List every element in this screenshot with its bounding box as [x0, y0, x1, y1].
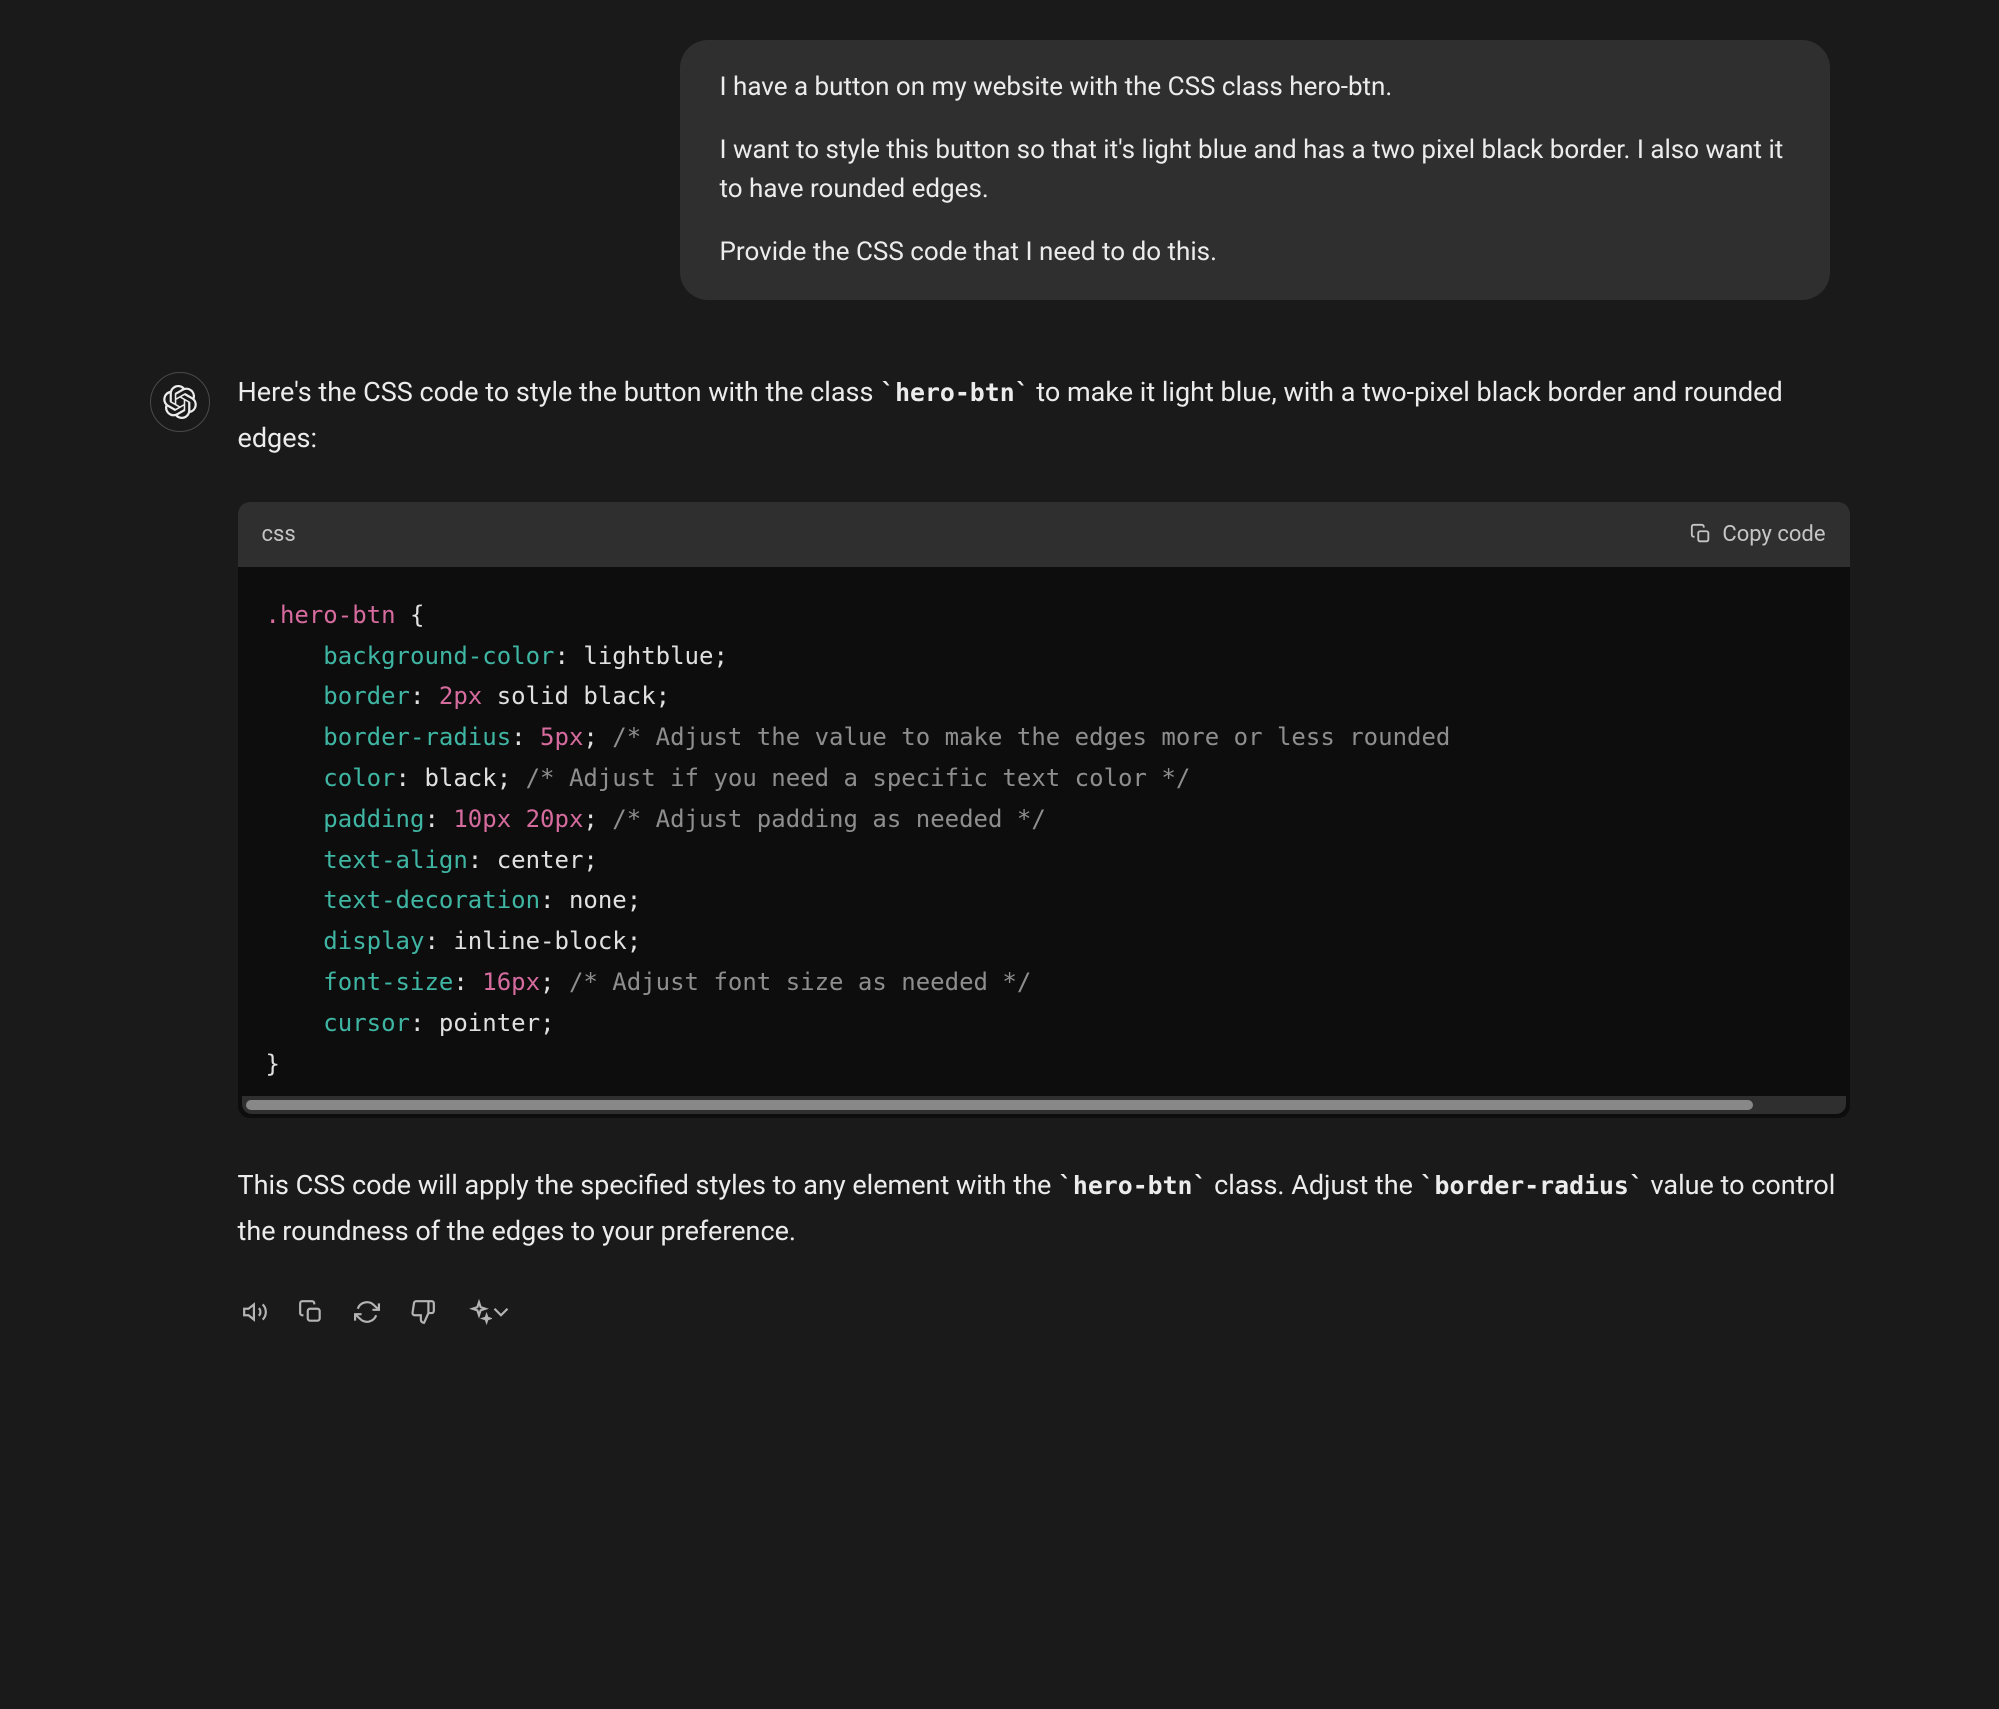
inline-code: `hero-btn` [880, 378, 1029, 407]
copy-icon [1690, 523, 1712, 545]
thumbs-down-icon [410, 1299, 436, 1325]
message-actions [238, 1295, 1850, 1329]
refresh-icon [354, 1299, 380, 1325]
code-content[interactable]: .hero-btn { background-color: lightblue;… [238, 567, 1850, 1093]
copy-icon [298, 1299, 324, 1325]
user-text-line: Provide the CSS code that I need to do t… [720, 233, 1790, 272]
regenerate-button[interactable] [350, 1295, 384, 1329]
change-model-button[interactable] [462, 1295, 518, 1329]
assistant-content: Here's the CSS code to style the button … [238, 370, 1850, 1329]
inline-code: `border-radius` [1420, 1171, 1644, 1200]
horizontal-scrollbar[interactable] [242, 1096, 1846, 1114]
code-language-label: css [262, 518, 296, 551]
code-header: css Copy code [238, 502, 1850, 567]
user-message: I have a button on my website with the C… [680, 40, 1830, 300]
conversation: I have a button on my website with the C… [150, 40, 1850, 1329]
openai-logo-icon [163, 385, 197, 419]
speaker-icon [242, 1299, 268, 1325]
copy-message-button[interactable] [294, 1295, 328, 1329]
assistant-outro-text: This CSS code will apply the specified s… [238, 1163, 1850, 1255]
code-block: css Copy code .hero-btn { background-col… [238, 502, 1850, 1119]
chevron-down-icon [488, 1299, 514, 1325]
assistant-message: Here's the CSS code to style the button … [150, 370, 1850, 1329]
copy-code-button[interactable]: Copy code [1690, 522, 1825, 547]
assistant-avatar [150, 372, 210, 432]
read-aloud-button[interactable] [238, 1295, 272, 1329]
user-text-line: I want to style this button so that it's… [720, 131, 1790, 209]
user-text-line: I have a button on my website with the C… [720, 68, 1790, 107]
scrollbar-thumb[interactable] [246, 1100, 1754, 1110]
dislike-button[interactable] [406, 1295, 440, 1329]
assistant-intro-text: Here's the CSS code to style the button … [238, 370, 1850, 462]
inline-code: `hero-btn` [1058, 1171, 1207, 1200]
